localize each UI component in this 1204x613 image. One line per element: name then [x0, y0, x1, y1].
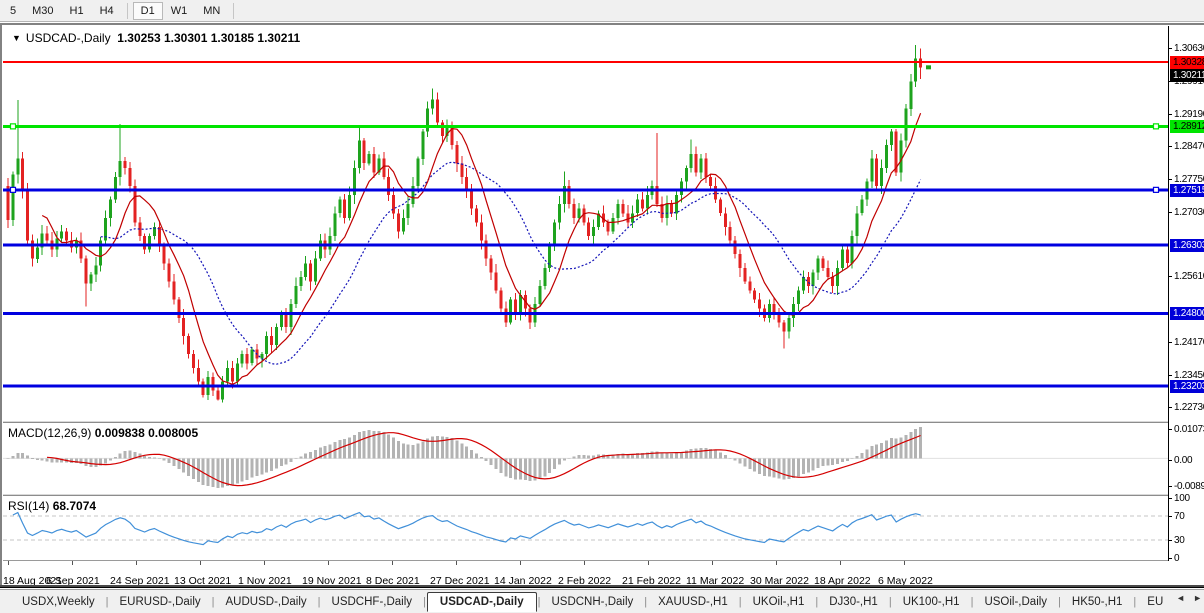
toolbar-separator [233, 3, 234, 19]
axis-tick-label: 1.27030 [1170, 206, 1204, 219]
price-line-badge: 1.30211 [1170, 69, 1204, 82]
axis-tick-label: 1.24170 [1170, 336, 1204, 349]
line-handle [11, 187, 16, 192]
price-line-badge: 1.23203 [1170, 380, 1204, 393]
timeframe-5[interactable]: 5 [2, 2, 24, 20]
price-line-badge: 1.27515 [1170, 184, 1204, 197]
tab-dj30-h1[interactable]: DJ30-,H1 [819, 593, 888, 611]
tab-eurusd-daily[interactable]: EURUSD-,Daily [110, 593, 211, 611]
time-axis-tick [392, 561, 393, 565]
time-axis-tick [456, 561, 457, 565]
time-axis-tick [264, 561, 265, 565]
price-axis[interactable]: 1.306301.299101.291901.284701.277501.270… [1168, 26, 1204, 561]
axis-tick-label: 100 [1170, 492, 1204, 505]
time-axis-tick [72, 561, 73, 565]
timeframe-d1[interactable]: D1 [133, 2, 163, 20]
macd-name: MACD(12,26,9) [8, 426, 91, 440]
chart-symbol: USDCAD-,Daily [26, 31, 111, 45]
chart-frame-border [0, 585, 1204, 588]
rsi-name: RSI(14) [8, 499, 49, 513]
rsi-value: 68.7074 [53, 499, 96, 513]
chart-ohlc-values: 1.30253 1.30301 1.30185 1.30211 [117, 31, 300, 45]
price-line-badge: 1.28912 [1170, 120, 1204, 133]
time-axis-tick [840, 561, 841, 565]
tab-usoil-daily[interactable]: USOil-,Daily [974, 593, 1057, 611]
line-handle [11, 124, 16, 129]
tab-xauusd-h1[interactable]: XAUUSD-,H1 [648, 593, 738, 611]
axis-tick-label: 70 [1170, 510, 1204, 523]
time-axis-tick [712, 561, 713, 565]
macd-label: MACD(12,26,9) 0.009838 0.008005 [8, 426, 198, 440]
tab-usdx-weekly[interactable]: USDX,Weekly [12, 593, 105, 611]
chart-frame-border [0, 23, 1204, 25]
tab-hk50-h1[interactable]: HK50-,H1 [1062, 593, 1133, 611]
tab-audusd-daily[interactable]: AUDUSD-,Daily [216, 593, 317, 611]
price-line-badge: 1.24800 [1170, 307, 1204, 320]
axis-tick-label: 1.28470 [1170, 140, 1204, 153]
axis-tick-label: 1.29190 [1170, 108, 1204, 121]
tabs-scroll-right-button[interactable]: ► [1193, 593, 1202, 603]
tab-scroll-arrows: ◄ ► [1170, 593, 1202, 603]
rsi-panel[interactable] [3, 496, 1168, 560]
timeframe-h1[interactable]: H1 [62, 2, 92, 20]
timeframe-toolbar: 5M30H1H4 D1W1MN [0, 0, 1204, 22]
time-axis-tick [8, 561, 9, 565]
axis-tick-label: 0 [1170, 552, 1204, 565]
time-axis-tick [328, 561, 329, 565]
candles [7, 45, 923, 402]
axis-tick-label: 1.30630 [1170, 42, 1204, 55]
macd-values: 0.009838 0.008005 [95, 426, 198, 440]
axis-tick-label: 0.00 [1170, 454, 1204, 467]
time-axis-tick [584, 561, 585, 565]
tab-ukoil-h1[interactable]: UKOil-,H1 [743, 593, 815, 611]
chart-tabs: USDX,Weekly|EURUSD-,Daily|AUDUSD-,Daily|… [0, 589, 1204, 613]
chart-menu-icon[interactable]: ▼ [12, 33, 21, 43]
time-axis[interactable]: 18 Aug 20216 Sep 202124 Sep 202113 Oct 2… [3, 561, 1168, 585]
axis-tick-label: 1.22730 [1170, 401, 1204, 414]
last-price-marker [926, 65, 931, 69]
tab-usdchf-daily[interactable]: USDCHF-,Daily [322, 593, 423, 611]
axis-tick-label: 0.010733 [1170, 423, 1204, 436]
tab-usdcnh-daily[interactable]: USDCNH-,Daily [541, 593, 643, 611]
chart-frame-border [0, 25, 2, 585]
axis-tick-label: 30 [1170, 534, 1204, 547]
tab-uk100-h1[interactable]: UK100-,H1 [893, 593, 970, 611]
horizontal-lines [3, 62, 1168, 386]
toolbar-separator [127, 3, 128, 19]
timeframe-h4[interactable]: H4 [92, 2, 122, 20]
chart-title: ▼ USDCAD-,Daily 1.30253 1.30301 1.30185 1… [12, 31, 300, 45]
timeframe-w1[interactable]: W1 [163, 2, 196, 20]
time-axis-tick [520, 561, 521, 565]
axis-tick-label: 1.25610 [1170, 270, 1204, 283]
tab-eu[interactable]: EU [1137, 593, 1173, 611]
time-axis-tick [776, 561, 777, 565]
tabs-scroll-left-button[interactable]: ◄ [1176, 593, 1185, 603]
timeframe-m30[interactable]: M30 [24, 2, 61, 20]
time-axis-tick [648, 561, 649, 565]
rsi-label: RSI(14) 68.7074 [8, 499, 96, 513]
line-handle [1154, 124, 1159, 129]
timeframe-mn[interactable]: MN [195, 2, 228, 20]
time-axis-tick [200, 561, 201, 565]
price-line-badge: 1.30328 [1170, 56, 1204, 69]
line-handle [1154, 187, 1159, 192]
ma-slow-line [101, 162, 921, 364]
price-chart[interactable] [3, 26, 1168, 421]
time-axis-tick [904, 561, 905, 565]
tab-usdcad-daily[interactable]: USDCAD-,Daily [427, 592, 537, 612]
time-axis-tick [136, 561, 137, 565]
price-line-badge: 1.26303 [1170, 239, 1204, 252]
